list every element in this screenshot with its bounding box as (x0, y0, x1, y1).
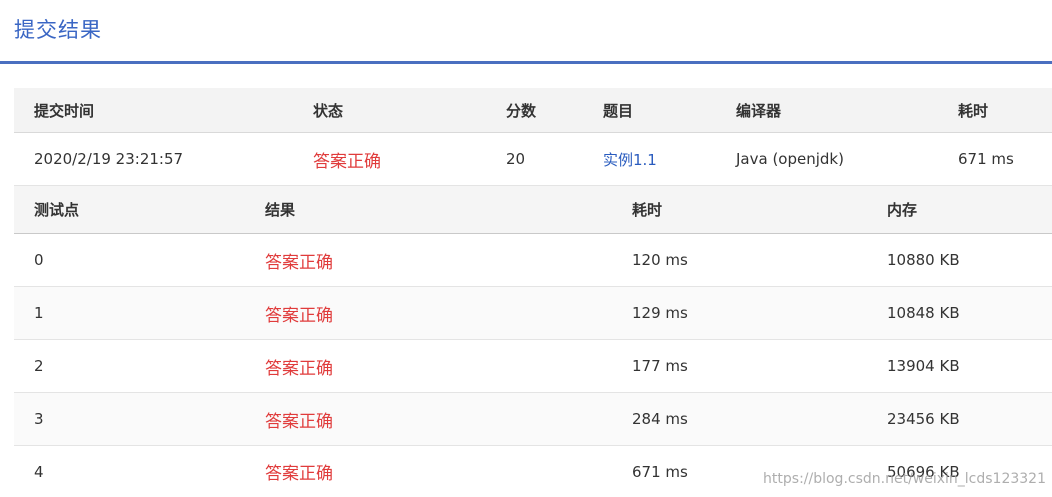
test-case-id: 3 (34, 410, 44, 428)
watermark: https://blog.csdn.net/weixin_lcds123321 (763, 471, 1046, 487)
column-header-duration: 耗时 (958, 101, 989, 120)
column-header-score: 分数 (506, 101, 537, 120)
column-header-memory: 内存 (887, 201, 918, 219)
summary-table-header: 提交时间 状态 分数 题目 编译器 耗时 (14, 88, 1052, 133)
table-row: 2 答案正确 177 ms 13904 KB (14, 340, 1052, 393)
test-case-id: 4 (34, 462, 44, 481)
column-header-status: 状态 (313, 101, 344, 120)
test-case-result: 答案正确 (265, 358, 333, 379)
column-header-compiler: 编译器 (736, 101, 782, 120)
summary-table-row: 2020/2/19 23:21:57 答案正确 20 实例1.1 Java (o… (14, 133, 1052, 186)
test-case-result: 答案正确 (265, 252, 333, 273)
page-header: 提交结果 (0, 0, 1052, 64)
test-case-result: 答案正确 (265, 464, 333, 484)
table-row: 3 答案正确 284 ms 23456 KB (14, 393, 1052, 446)
test-case-result: 答案正确 (265, 411, 333, 432)
test-case-memory: 10848 KB (887, 304, 960, 322)
duration-value: 671 ms (958, 150, 1014, 168)
column-header-result: 结果 (265, 201, 296, 219)
compiler-value: Java (openjdk) (736, 150, 844, 168)
test-case-memory: 23456 KB (887, 410, 960, 428)
submit-time: 2020/2/19 23:21:57 (34, 150, 184, 168)
test-case-time: 284 ms (632, 410, 688, 428)
test-case-id: 0 (34, 251, 44, 269)
test-case-result: 答案正确 (265, 305, 333, 326)
test-case-time: 177 ms (632, 357, 688, 375)
page-title: 提交结果 (14, 18, 102, 42)
problem-link[interactable]: 实例1.1 (603, 149, 657, 170)
column-header-time: 耗时 (632, 201, 663, 219)
status-badge: 答案正确 (313, 151, 381, 172)
table-row: 1 答案正确 129 ms 10848 KB (14, 287, 1052, 340)
test-case-time: 671 ms (632, 462, 688, 481)
score-value: 20 (506, 150, 526, 168)
test-case-time: 120 ms (632, 251, 688, 269)
test-case-id: 1 (34, 304, 44, 322)
test-case-table-header: 测试点 结果 耗时 内存 (14, 186, 1052, 234)
test-case-memory: 10880 KB (887, 251, 960, 269)
submission-result-page: 提交结果 提交时间 状态 分数 题目 编译器 耗时 2020/2/19 23:2… (0, 0, 1052, 497)
column-header-problem: 题目 (603, 101, 634, 120)
table-row: 0 答案正确 120 ms 10880 KB (14, 234, 1052, 287)
test-case-memory: 13904 KB (887, 357, 960, 375)
test-case-id: 2 (34, 357, 44, 375)
column-header-test-case: 测试点 (34, 201, 80, 219)
column-header-submit-time: 提交时间 (34, 101, 95, 120)
test-case-time: 129 ms (632, 304, 688, 322)
